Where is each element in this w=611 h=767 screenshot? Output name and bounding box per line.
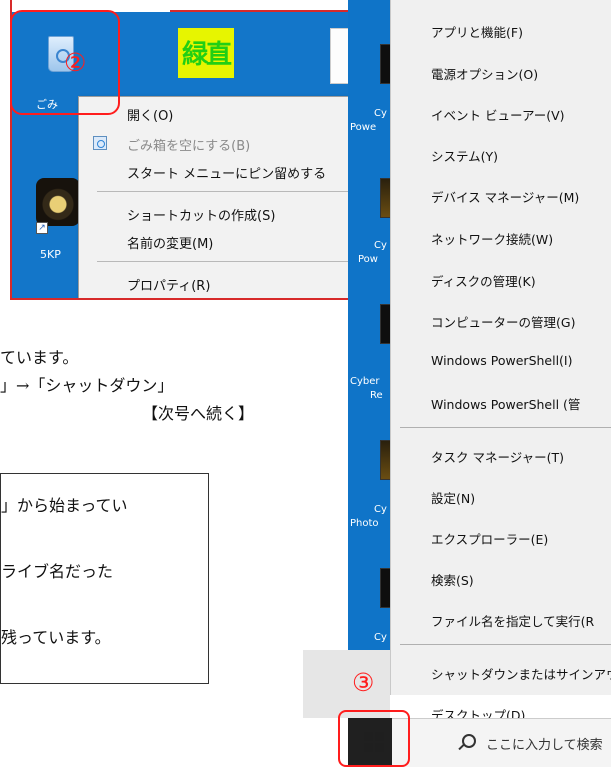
winx-screenshot: Cy Powe Cy Pow Cyber Re Cy Photo Cy アプリと… xyxy=(303,0,611,767)
winx-search[interactable]: 検索(S) xyxy=(431,570,474,589)
winx-event-viewer[interactable]: イベント ビューアー(V) xyxy=(431,105,565,124)
desktop-app-label: Cy xyxy=(374,240,387,251)
desktop-app-label: Re xyxy=(370,390,383,401)
desktop-app-label: Cyber xyxy=(350,376,380,387)
desktop-app-label: Photo xyxy=(350,518,379,529)
yellow-tile-text: 緑直 xyxy=(182,40,232,70)
winx-settings[interactable]: 設定(N) xyxy=(431,488,475,507)
winx-system[interactable]: システム(Y) xyxy=(431,146,498,165)
desktop-app-label: Pow xyxy=(358,254,378,265)
search-placeholder[interactable]: ここに入力して検索 xyxy=(486,734,603,753)
ctx-empty-recycle-bin[interactable]: ごみ箱を空にする(B) xyxy=(127,135,250,154)
winx-separator xyxy=(400,644,611,645)
body-text-line-3: 【次号へ続く】 xyxy=(142,404,255,423)
winx-explorer[interactable]: エクスプローラー(E) xyxy=(431,529,548,548)
desktop-app-label: Cy xyxy=(374,632,387,643)
ctx-pin-start[interactable]: スタート メニューにピン留めする xyxy=(127,163,326,182)
ctx-separator xyxy=(97,261,352,262)
winx-run[interactable]: ファイル名を指定して実行(R xyxy=(431,611,594,630)
frame-top-line xyxy=(170,0,354,12)
start-button-highlight xyxy=(338,710,410,767)
desktop-app-label: Cy xyxy=(374,504,387,515)
callout-number-3: ③ xyxy=(352,668,375,697)
ctx-create-shortcut[interactable]: ショートカットの作成(S) xyxy=(127,205,275,224)
desktop-app-label: Cy xyxy=(374,108,387,119)
search-icon xyxy=(462,734,476,748)
winx-device-manager[interactable]: デバイス マネージャー(M) xyxy=(431,187,579,206)
winx-separator xyxy=(400,427,611,428)
shortcut-arrow-icon: ↗ xyxy=(36,222,48,234)
winx-computer-management[interactable]: コンピューターの管理(G) xyxy=(431,312,575,331)
winx-disk-management[interactable]: ディスクの管理(K) xyxy=(431,271,536,290)
empty-recycle-icon xyxy=(93,136,107,150)
winx-powershell-admin[interactable]: Windows PowerShell (管 xyxy=(431,394,580,413)
note-line-2: ライブ名だった xyxy=(1,562,114,581)
ctx-rename[interactable]: 名前の変更(M) xyxy=(127,233,213,252)
ctx-separator xyxy=(97,191,352,192)
winx-apps-features[interactable]: アプリと機能(F) xyxy=(431,22,523,41)
gray-panel xyxy=(303,650,390,718)
note-box: 」から始まってい ライブ名だった 残っています。 xyxy=(0,473,209,684)
callout-number-2: ② xyxy=(64,48,87,77)
winx-network-connections[interactable]: ネットワーク接続(W) xyxy=(431,229,553,248)
winx-power-options[interactable]: 電源オプション(O) xyxy=(431,64,538,83)
context-menu: 開く(O) ごみ箱を空にする(B) スタート メニューにピン留めする ショートカ… xyxy=(78,96,352,298)
body-text-line-2: 」→「シャットダウン」 xyxy=(0,376,174,395)
winx-shutdown-signout[interactable]: シャットダウンまたはサインアウ xyxy=(431,664,611,683)
app-5kplayer-label: 5KP xyxy=(40,248,61,261)
note-line-3: 残っています。 xyxy=(1,628,111,647)
note-line-1: 」から始まってい xyxy=(1,496,128,515)
winx-powershell[interactable]: Windows PowerShell(I) xyxy=(431,353,573,368)
desktop-app-label: Powe xyxy=(350,122,377,133)
ctx-open[interactable]: 開く(O) xyxy=(127,105,173,124)
winx-task-manager[interactable]: タスク マネージャー(T) xyxy=(431,447,564,466)
app-5kplayer-icon[interactable] xyxy=(36,178,80,226)
body-text-line-1: ています。 xyxy=(0,348,79,367)
ctx-properties[interactable]: プロパティ(R) xyxy=(127,275,210,294)
